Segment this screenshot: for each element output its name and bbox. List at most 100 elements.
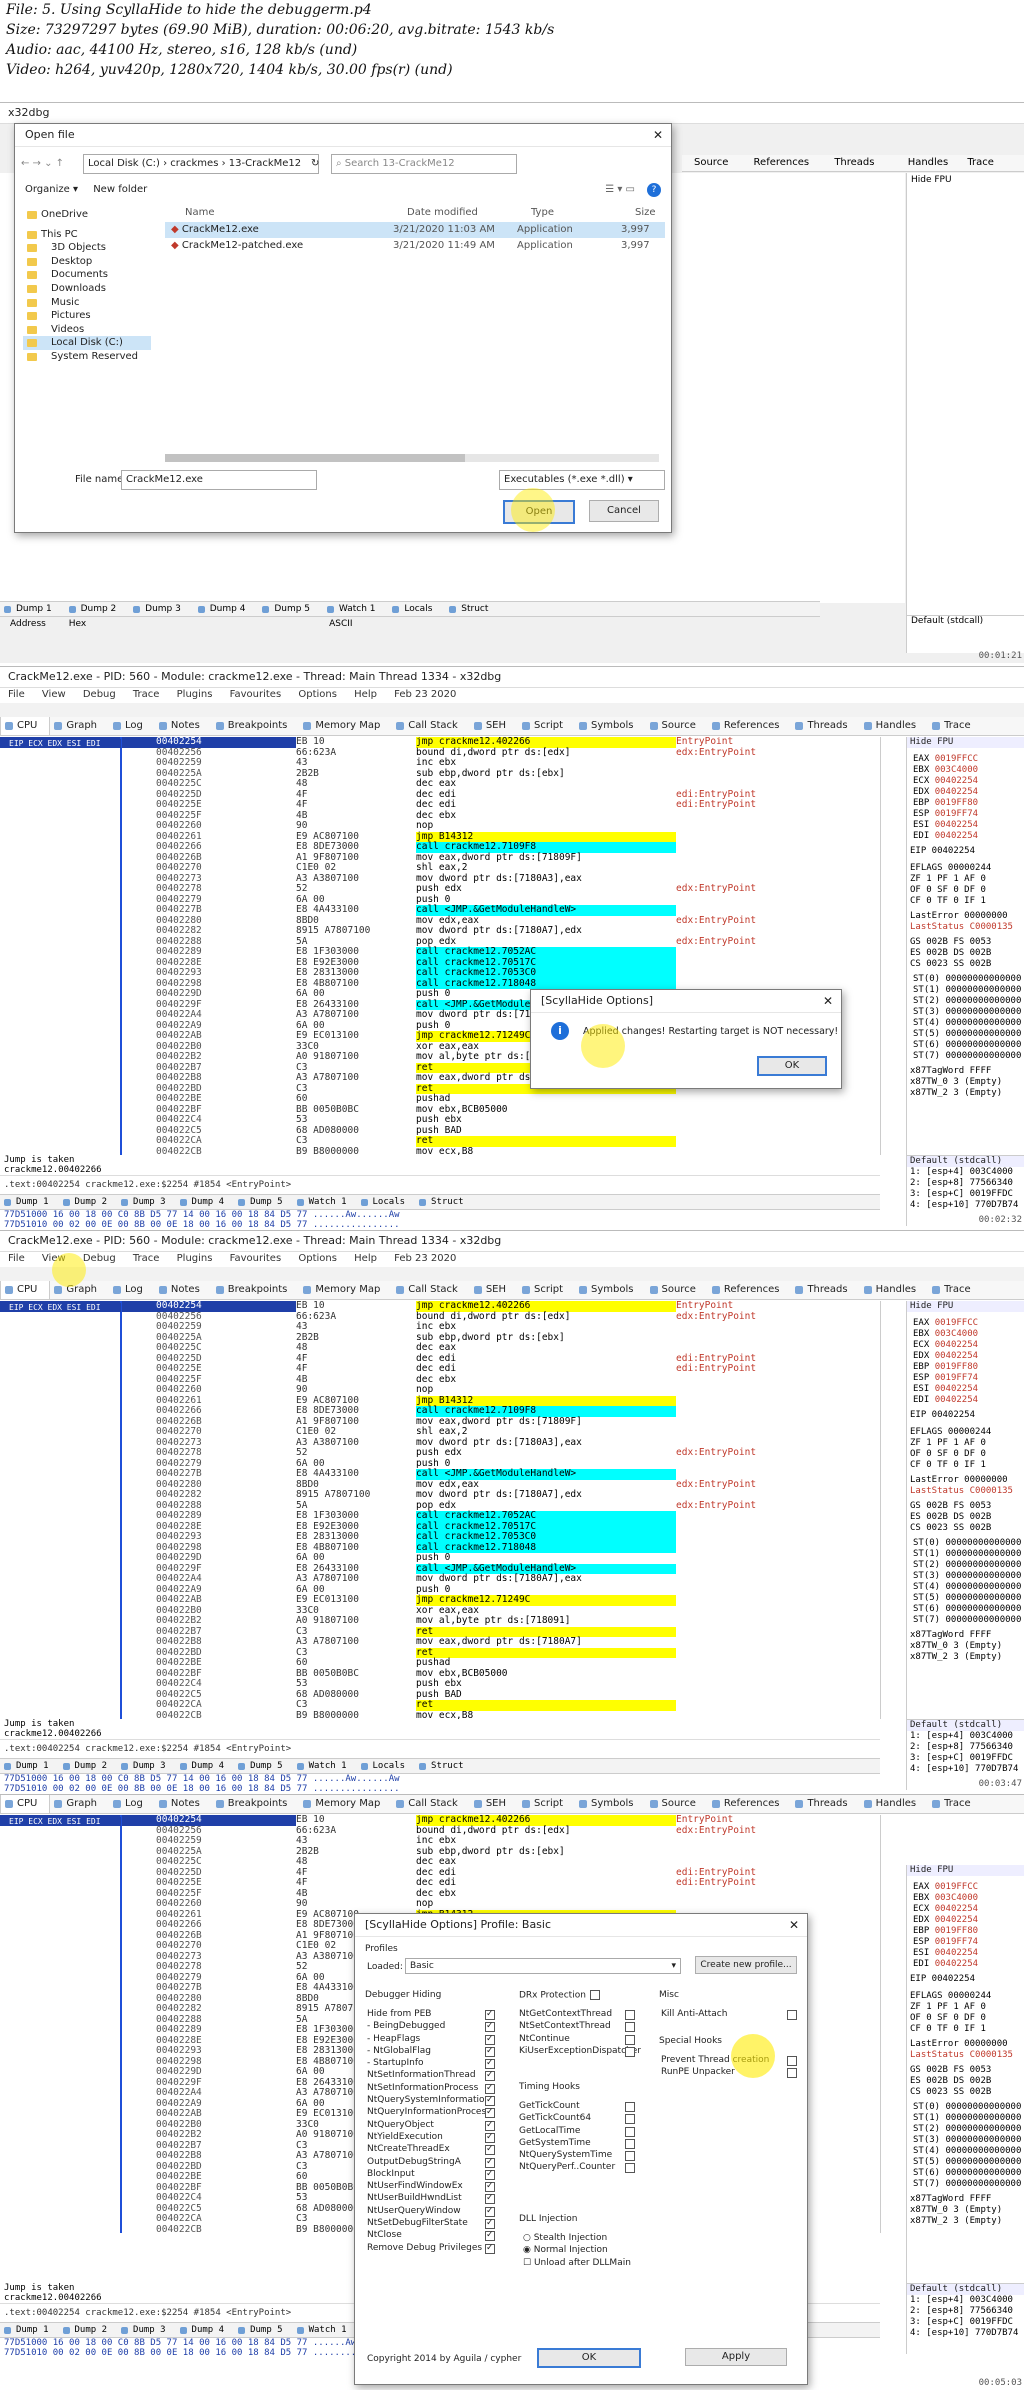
help-icon[interactable]: ?	[647, 183, 661, 197]
tab-struct[interactable]: Struct	[415, 1195, 474, 1209]
tab-seh[interactable]: SEH	[470, 1795, 518, 1813]
tab-locals[interactable]: Locals	[357, 1759, 416, 1773]
register-esi[interactable]: ESI 00402254	[910, 1384, 1024, 1395]
register-ebx[interactable]: EBX 003C4000	[910, 1329, 1024, 1340]
profile-select[interactable]: Basic ▾	[405, 1958, 681, 1974]
hiding-option[interactable]: - NtGlobalFlag	[367, 2045, 495, 2057]
hiding-option[interactable]: NtUserBuildHwndList	[367, 2192, 495, 2205]
tab-symbols[interactable]: Symbols	[575, 1281, 645, 1299]
tab-dump-5[interactable]: Dump 5	[234, 1195, 293, 1209]
tab-watch-1[interactable]: Watch 1	[293, 2323, 357, 2337]
tab-call-stack[interactable]: Call Stack	[392, 1281, 470, 1299]
register-ecx[interactable]: ECX 00402254	[910, 1904, 1024, 1915]
hiding-option[interactable]: NtUserQueryWindow	[367, 2205, 495, 2217]
register-edx[interactable]: EDX 00402254	[910, 1915, 1024, 1926]
register-esp[interactable]: ESP 0019FF74	[910, 1937, 1024, 1948]
tab-dump-3[interactable]: Dump 3	[117, 2323, 176, 2337]
register-esi[interactable]: ESI 00402254	[910, 1948, 1024, 1959]
drx-option[interactable]: NtContinue	[519, 2033, 635, 2045]
apply-button[interactable]: Apply	[685, 2348, 787, 2366]
tab-script[interactable]: Script	[518, 1795, 575, 1813]
breadcrumb-folder[interactable]: 13-CrackMe12	[229, 158, 301, 169]
tab-script[interactable]: Script	[518, 1281, 575, 1299]
breadcrumb-drive[interactable]: Local Disk (C:)	[88, 158, 160, 169]
tab-dump-5[interactable]: Dump 5	[258, 602, 320, 616]
hiding-option[interactable]: NtClose	[367, 2229, 495, 2242]
menu-trace[interactable]: Trace	[133, 689, 160, 700]
tree-pictures[interactable]: Pictures	[23, 309, 151, 323]
register-edi[interactable]: EDI 00402254	[910, 1959, 1024, 1970]
tab-dump-3[interactable]: Dump 3	[117, 1195, 176, 1209]
tab-dump-2[interactable]: Dump 2	[65, 602, 127, 616]
timing-option[interactable]: GetLocalTime	[519, 2125, 635, 2137]
timing-option[interactable]: NtQueryPerf..Counter	[519, 2161, 635, 2174]
tab-handles[interactable]: Handles	[860, 1281, 928, 1299]
tab-references[interactable]: References	[754, 157, 810, 168]
tab-memory-map[interactable]: Memory Map	[299, 717, 392, 735]
hiding-option[interactable]: NtYieldExecution	[367, 2131, 495, 2143]
hiding-option[interactable]: Remove Debug Privileges	[367, 2242, 495, 2254]
new-folder-button[interactable]: New folder	[93, 184, 147, 195]
tab-trace[interactable]: Trace	[928, 717, 983, 735]
tab-trace[interactable]: Trace	[928, 1281, 983, 1299]
tab-dump-4[interactable]: Dump 4	[176, 1759, 235, 1773]
refresh-icon[interactable]: ↻	[311, 152, 319, 176]
drx-option[interactable]: KiUserExceptionDispatcher	[519, 2045, 641, 2057]
menu-plugins[interactable]: Plugins	[177, 689, 213, 700]
hiding-option[interactable]: BlockInput	[367, 2168, 495, 2180]
register-eax[interactable]: EAX 0019FFCC	[910, 1318, 1024, 1329]
tab-references[interactable]: References	[708, 1281, 792, 1299]
hide-from-peb-option[interactable]: Hide from PEB	[367, 2008, 495, 2020]
register-edx[interactable]: EDX 00402254	[910, 787, 1024, 798]
timing-option[interactable]: NtQuerySystemTime	[519, 2149, 635, 2162]
file-row[interactable]: ◆ CrackMe12-patched.exe 3/21/2020 11:49 A…	[165, 238, 665, 254]
misc-option[interactable]: Kill Anti-Attach	[661, 2008, 797, 2020]
register-ebp[interactable]: EBP 0019FF80	[910, 798, 1024, 809]
timing-option[interactable]: GetTickCount64	[519, 2112, 635, 2125]
hiding-option[interactable]: NtSetInformationProcess	[367, 2082, 495, 2094]
dll-option[interactable]: ☐ Unload after DLLMain	[523, 2257, 653, 2269]
menu-help[interactable]: Help	[354, 689, 377, 700]
tab-seh[interactable]: SEH	[470, 1281, 518, 1299]
tree-videos[interactable]: Videos	[23, 323, 151, 337]
timing-option[interactable]: GetSystemTime	[519, 2137, 635, 2149]
tab-source[interactable]: Source	[646, 1281, 708, 1299]
close-icon[interactable]: ✕	[789, 1914, 799, 1936]
close-icon[interactable]: ✕	[653, 124, 663, 146]
hiding-option[interactable]: - BeingDebugged	[367, 2020, 495, 2033]
tab-handles[interactable]: Handles	[908, 157, 948, 168]
tab-trace[interactable]: Trace	[928, 1795, 983, 1813]
hiding-option[interactable]: NtQuerySystemInformation	[367, 2094, 495, 2106]
tab-dump-4[interactable]: Dump 4	[194, 602, 256, 616]
tab-source[interactable]: Source	[646, 1795, 708, 1813]
tab-dump-1[interactable]: Dump 1	[0, 1759, 59, 1773]
tree-this-pc[interactable]: This PC	[23, 228, 151, 242]
tab-source[interactable]: Source	[694, 157, 728, 168]
hiding-option[interactable]: - HeapFlags	[367, 2033, 495, 2045]
nav-arrows-icon[interactable]: ← → ⌄ ↑	[21, 158, 64, 169]
tab-dump-3[interactable]: Dump 3	[117, 1759, 176, 1773]
tab-cpu[interactable]: CPU	[0, 1281, 51, 1299]
special-option[interactable]: RunPE Unpacker	[661, 2066, 797, 2079]
tab-breakpoints[interactable]: Breakpoints	[212, 717, 300, 735]
tab-breakpoints[interactable]: Breakpoints	[212, 1281, 300, 1299]
tab-cpu[interactable]: CPU	[0, 717, 51, 735]
tab-references[interactable]: References	[708, 717, 792, 735]
tab-dump-2[interactable]: Dump 2	[59, 1759, 118, 1773]
menu-trace[interactable]: Trace	[133, 1253, 160, 1264]
tab-locals[interactable]: Locals	[357, 1195, 416, 1209]
scrollbar-thumb[interactable]	[165, 454, 465, 462]
tree-downloads[interactable]: Downloads	[23, 282, 151, 296]
tab-log[interactable]: Log	[109, 717, 155, 735]
hiding-option[interactable]: NtCreateThreadEx	[367, 2143, 495, 2156]
register-ebx[interactable]: EBX 003C4000	[910, 1893, 1024, 1904]
cancel-button[interactable]: Cancel	[589, 500, 659, 522]
tab-locals[interactable]: Locals	[388, 602, 442, 616]
register-eax[interactable]: EAX 0019FFCC	[910, 1882, 1024, 1893]
tree-desktop[interactable]: Desktop	[23, 255, 151, 269]
tree-local-disk[interactable]: Local Disk (C:)	[23, 336, 151, 350]
menu-view[interactable]: View	[42, 689, 66, 700]
tab-threads[interactable]: Threads	[834, 157, 874, 168]
hiding-option[interactable]: NtQueryObject	[367, 2119, 495, 2131]
dll-option[interactable]: ◉ Normal Injection	[523, 2244, 653, 2256]
